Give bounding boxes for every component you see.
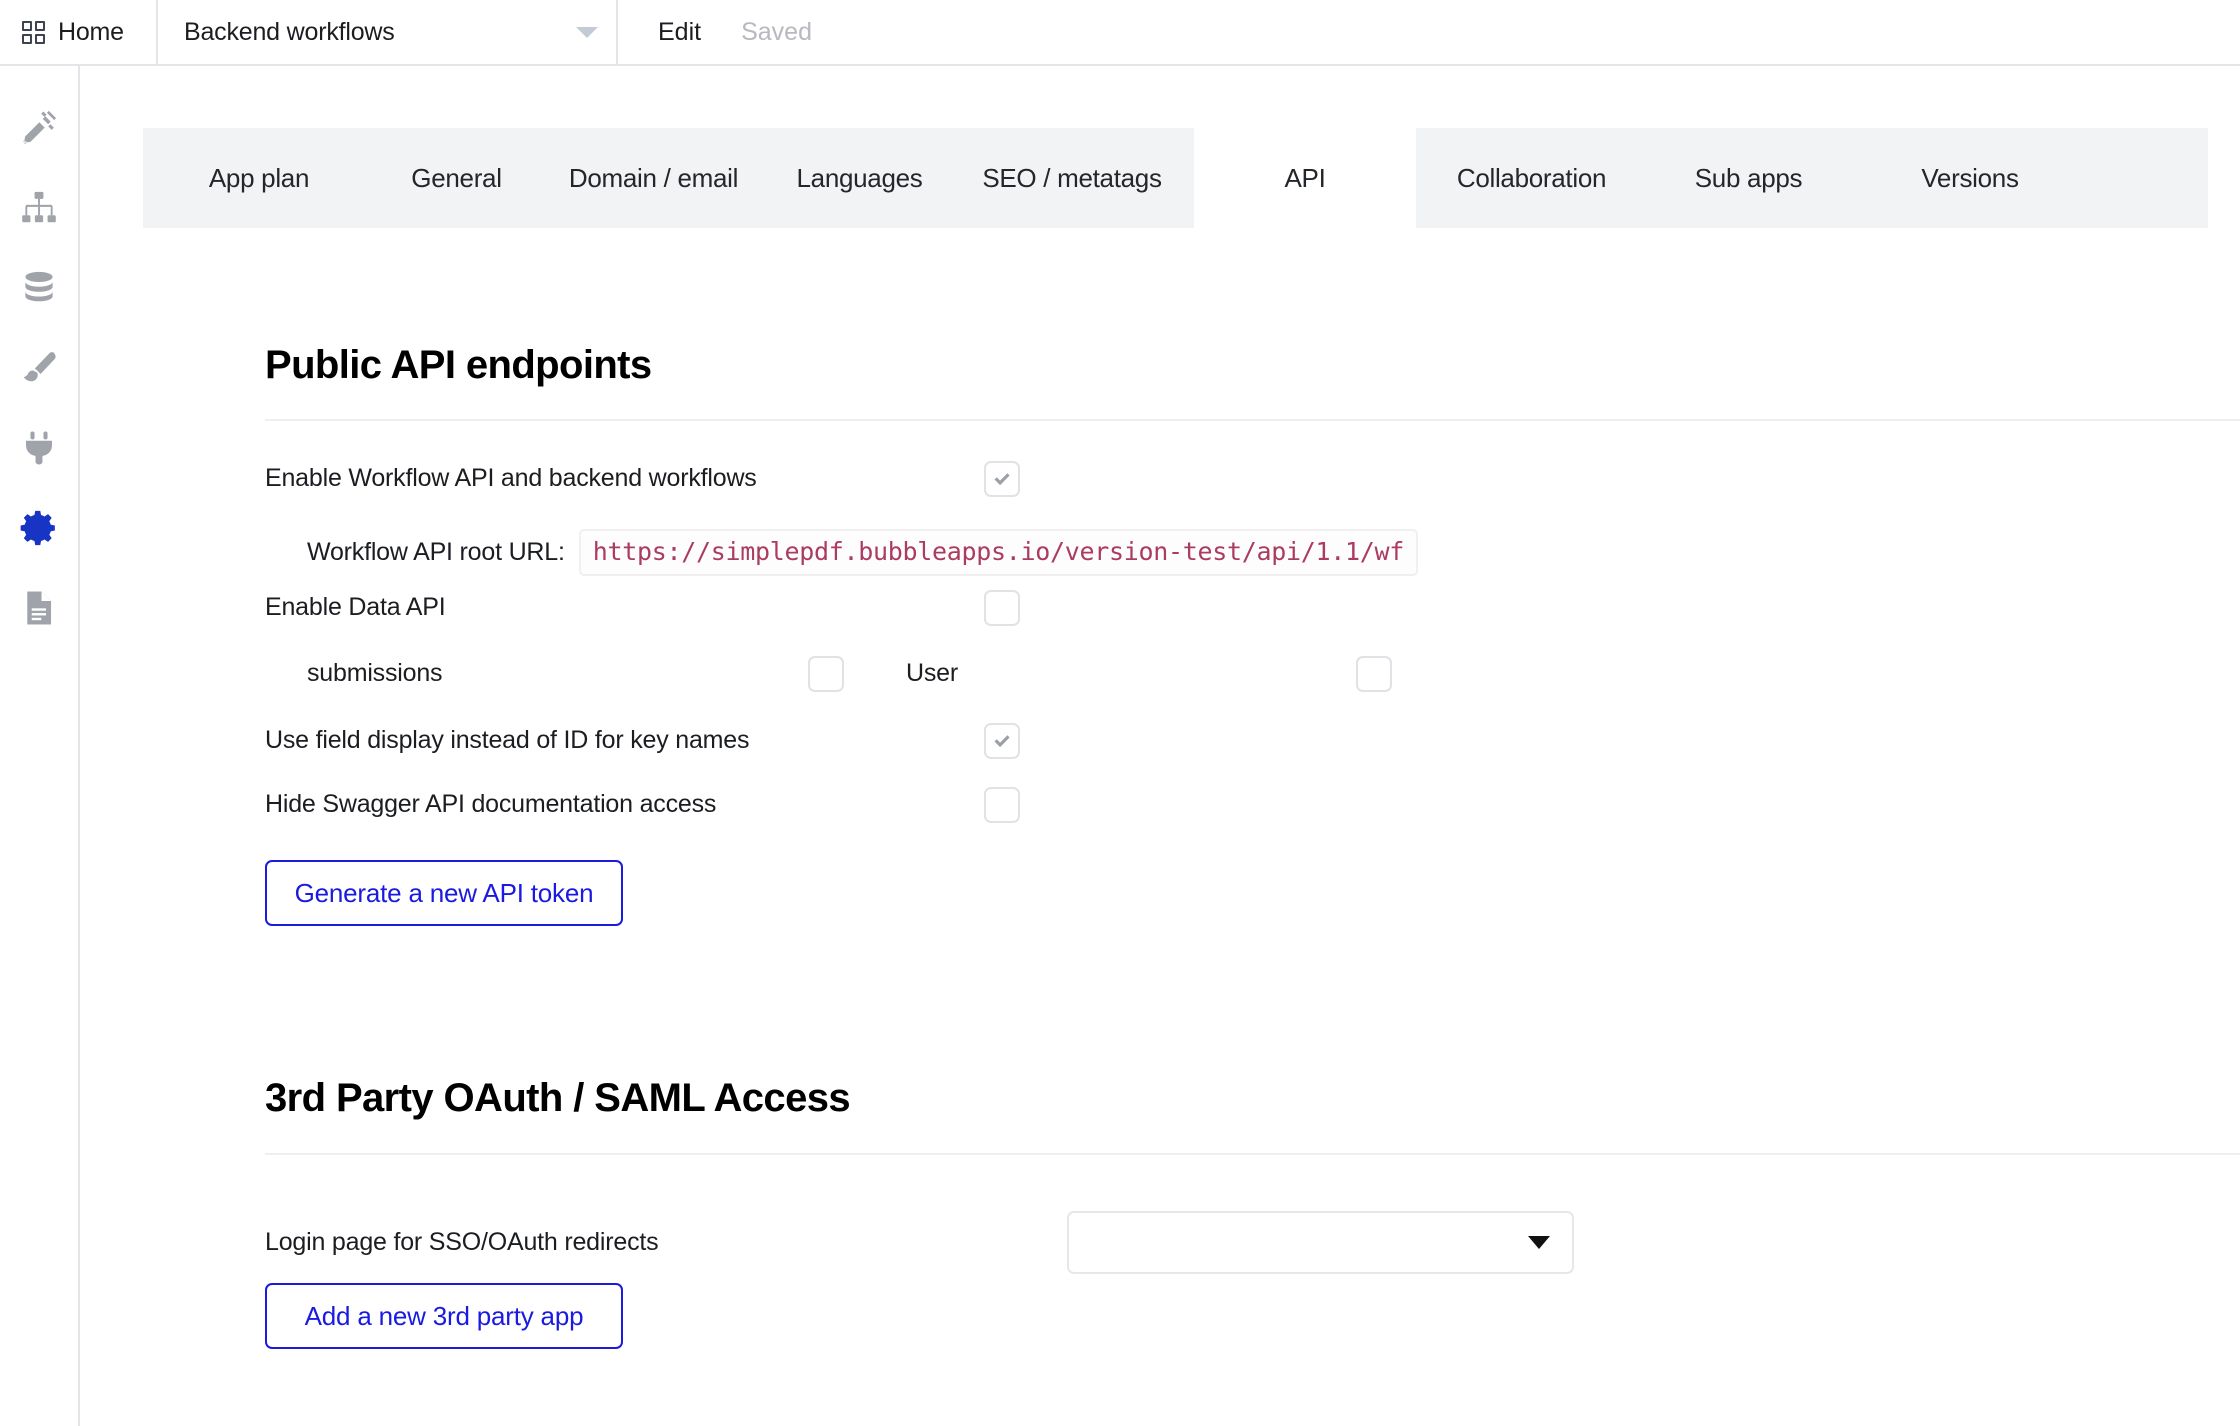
workflow-root-url-value[interactable]: https://simplepdf.bubbleapps.io/version-… bbox=[578, 529, 1419, 576]
top-bar: Home Backend workflows Edit Saved bbox=[0, 0, 2240, 66]
public-api-divider bbox=[265, 419, 2240, 421]
chevron-down-icon bbox=[576, 26, 598, 38]
tab-languages[interactable]: Languages bbox=[769, 128, 950, 228]
check-icon bbox=[994, 734, 1010, 747]
tab-versions[interactable]: Versions bbox=[1850, 128, 2090, 228]
save-status-label: Saved bbox=[741, 17, 812, 46]
data-type-user-label: User bbox=[906, 659, 958, 687]
enable-data-api-checkbox[interactable] bbox=[984, 589, 1020, 626]
tab-api[interactable]: API bbox=[1194, 128, 1416, 228]
tab-app-plan[interactable]: App plan bbox=[143, 128, 375, 228]
enable-workflow-api-label: Enable Workflow API and backend workflow… bbox=[265, 464, 757, 492]
database-icon bbox=[20, 269, 58, 307]
oauth-saml-heading: 3rd Party OAuth / SAML Access bbox=[265, 1076, 851, 1120]
api-settings-content: Public API endpoints Enable Workflow API… bbox=[143, 228, 2240, 1426]
workflow-root-url-label: Workflow API root URL: bbox=[307, 538, 565, 566]
main-panel: App plan General Domain / email Language… bbox=[82, 66, 2240, 1426]
paintbrush-icon bbox=[20, 349, 58, 387]
login-page-dropdown[interactable] bbox=[1067, 1211, 1574, 1274]
add-third-party-app-button[interactable]: Add a new 3rd party app bbox=[265, 1283, 623, 1349]
check-icon bbox=[994, 472, 1010, 485]
sidebar-item-styles[interactable] bbox=[0, 328, 79, 408]
sidebar-item-data[interactable] bbox=[0, 248, 79, 328]
grid-squares-icon bbox=[22, 20, 45, 44]
sidebar-item-settings[interactable] bbox=[0, 488, 79, 568]
sidebar-item-design[interactable] bbox=[0, 88, 79, 168]
enable-data-api-label: Enable Data API bbox=[265, 593, 446, 621]
document-icon bbox=[20, 589, 58, 627]
sidebar-item-plugins[interactable] bbox=[0, 408, 79, 488]
oauth-saml-divider bbox=[265, 1153, 2240, 1155]
data-type-submissions-label: submissions bbox=[307, 659, 443, 687]
left-toolbar bbox=[0, 66, 80, 1426]
tab-seo-metatags[interactable]: SEO / metatags bbox=[950, 128, 1194, 228]
edit-mode-label[interactable]: Edit bbox=[658, 18, 701, 47]
use-field-display-checkbox[interactable] bbox=[984, 722, 1020, 759]
login-page-row: Login page for SSO/OAuth redirects bbox=[265, 1211, 1665, 1274]
data-type-submissions-checkbox[interactable] bbox=[808, 655, 844, 692]
home-label: Home bbox=[58, 17, 124, 46]
use-field-display-label: Use field display instead of ID for key … bbox=[265, 726, 750, 754]
settings-tab-strip: App plan General Domain / email Language… bbox=[143, 128, 2208, 228]
login-page-label: Login page for SSO/OAuth redirects bbox=[265, 1228, 659, 1256]
public-api-heading: Public API endpoints bbox=[265, 343, 652, 387]
use-field-display-row: Use field display instead of ID for key … bbox=[265, 722, 1065, 759]
edit-status-group: Edit Saved bbox=[618, 0, 812, 64]
hierarchy-icon bbox=[20, 189, 58, 227]
app-selector[interactable]: Backend workflows bbox=[158, 0, 618, 64]
pencil-ruler-icon bbox=[20, 109, 58, 147]
sidebar-item-logs[interactable] bbox=[0, 568, 79, 648]
generate-api-token-button[interactable]: Generate a new API token bbox=[265, 860, 623, 926]
enable-workflow-api-row: Enable Workflow API and backend workflow… bbox=[265, 460, 1065, 497]
enable-data-api-row: Enable Data API bbox=[265, 589, 1065, 626]
data-api-types-row: submissions User bbox=[265, 655, 1392, 692]
enable-workflow-api-checkbox[interactable] bbox=[984, 460, 1020, 497]
chevron-down-icon bbox=[1528, 1236, 1550, 1249]
tab-sub-apps[interactable]: Sub apps bbox=[1647, 128, 1850, 228]
tab-domain-email[interactable]: Domain / email bbox=[538, 128, 769, 228]
hide-swagger-row: Hide Swagger API documentation access bbox=[265, 786, 1065, 823]
app-selector-value: Backend workflows bbox=[184, 17, 395, 46]
workflow-root-url-row: Workflow API root URL: https://simplepdf… bbox=[265, 529, 1419, 576]
tab-general[interactable]: General bbox=[375, 128, 538, 228]
tab-collaboration[interactable]: Collaboration bbox=[1416, 128, 1647, 228]
plug-icon bbox=[20, 429, 58, 467]
data-type-user-checkbox[interactable] bbox=[1356, 655, 1392, 692]
hide-swagger-checkbox[interactable] bbox=[984, 786, 1020, 823]
gear-icon bbox=[20, 509, 58, 547]
hide-swagger-label: Hide Swagger API documentation access bbox=[265, 790, 717, 818]
sidebar-item-workflow[interactable] bbox=[0, 168, 79, 248]
home-button[interactable]: Home bbox=[0, 0, 158, 64]
